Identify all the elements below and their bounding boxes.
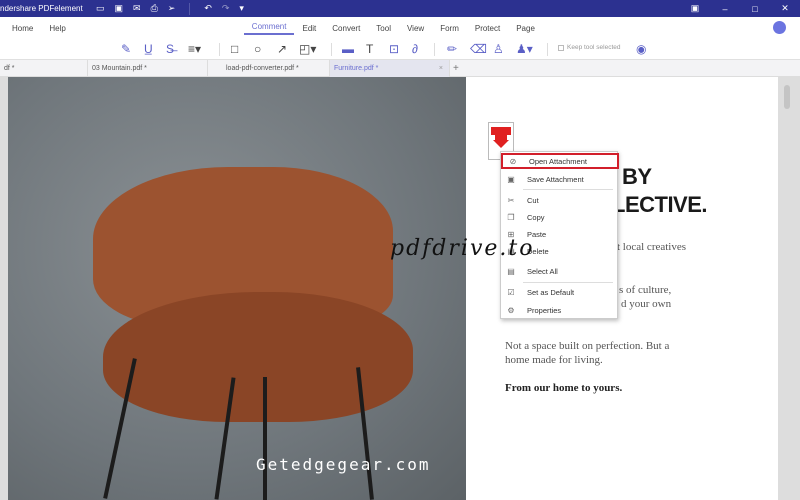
chair-leg xyxy=(263,377,267,500)
app-title: ndershare PDFelement xyxy=(0,4,83,13)
eye-icon[interactable]: ◉ xyxy=(636,42,646,56)
save-icon: ▣ xyxy=(507,174,515,184)
signature-icon[interactable]: ♟▾ xyxy=(516,42,533,56)
feedback-icon[interactable]: ▣ xyxy=(680,3,710,14)
rectangle-icon[interactable]: □ xyxy=(231,42,238,56)
tab-load-pdf-converter[interactable]: load-pdf-converter.pdf * xyxy=(208,60,330,77)
strikethrough-icon[interactable]: S̶ xyxy=(166,42,174,56)
attachment-icon[interactable]: ∂ xyxy=(412,42,418,56)
checkbox-icon: ☑ xyxy=(507,287,515,297)
label: Properties xyxy=(527,305,562,315)
arrow-icon[interactable]: ↗ xyxy=(277,42,287,56)
menu-item-cut[interactable]: ✂ Cut xyxy=(501,192,619,208)
shape-icon[interactable]: ◰▾ xyxy=(299,42,316,56)
gear-icon: ⚙ xyxy=(507,305,515,315)
align-icon[interactable]: ≡▾ xyxy=(188,42,201,56)
toolbar: ✎ U̲ S̶ ≡▾ □ ○ ↗ ◰▾ ▬ T ⊡ ∂ ✏ ⌫ ♙ ♟▾ Kee… xyxy=(0,39,800,60)
menu-item-copy[interactable]: ❐ Copy xyxy=(501,209,619,225)
share-icon[interactable]: ➢ xyxy=(168,3,176,15)
divider xyxy=(331,43,332,56)
divider xyxy=(219,43,220,56)
copy-icon: ❐ xyxy=(507,212,515,222)
menu-edit[interactable]: Edit xyxy=(294,24,324,33)
menu-item-select-all[interactable]: ▤ Select All xyxy=(501,263,619,279)
heading-line-1: BY xyxy=(622,164,652,189)
redo-icon[interactable]: ↷ xyxy=(222,3,230,15)
stamp-icon[interactable]: ♙ xyxy=(493,42,504,56)
menu-bar: Home Help Comment Edit Convert Tool View… xyxy=(0,17,800,39)
tab-doc[interactable]: df * xyxy=(0,60,88,77)
undo-icon[interactable]: ↶ xyxy=(204,3,212,15)
tab-bar: df * 03 Mountain.pdf * load-pdf-converte… xyxy=(0,60,800,77)
new-tab-button[interactable]: + xyxy=(453,63,459,74)
tab-furniture[interactable]: Furniture.pdf * × xyxy=(330,60,450,77)
menu-item-set-as-default[interactable]: ☑ Set as Default xyxy=(501,284,619,300)
paragraph-2a: s of culture, xyxy=(619,284,672,296)
menu-convert[interactable]: Convert xyxy=(324,24,368,33)
paragraph-3: Not a space built on perfection. But a h… xyxy=(505,340,670,366)
menu-home[interactable]: Home xyxy=(4,24,41,33)
textbox-icon[interactable]: ⊡ xyxy=(389,42,399,56)
menu-item-properties[interactable]: ⚙ Properties xyxy=(501,302,619,318)
divider xyxy=(523,282,613,283)
context-menu: ⊘ Open Attachment ▣ Save Attachment ✂ Cut ❐… xyxy=(500,151,619,319)
chair-photo xyxy=(8,77,466,500)
eraser-icon[interactable]: ⌫ xyxy=(470,42,487,56)
open-icon[interactable]: ▭ xyxy=(96,3,105,15)
divider xyxy=(547,43,548,56)
title-bar: ndershare PDFelement ▭ ▣ ✉ ⎙ ➢ ↶ ↷ ▾ ▣ –… xyxy=(0,0,800,17)
pencil-icon[interactable]: ✏ xyxy=(447,42,457,56)
heading-line-2: LECTIVE. xyxy=(612,192,708,217)
menu-page[interactable]: Page xyxy=(508,24,543,33)
divider xyxy=(434,43,435,56)
label: Open Attachment xyxy=(529,156,587,166)
watermark-getedgegear: Getedgegear.com xyxy=(256,455,431,474)
label: Copy xyxy=(527,212,545,222)
minimize-button[interactable]: – xyxy=(710,4,740,14)
circle-icon[interactable]: ○ xyxy=(254,42,261,56)
paragraph-1: t local creatives xyxy=(617,241,687,253)
tab-label: Furniture.pdf * xyxy=(334,65,379,72)
menu-help[interactable]: Help xyxy=(41,24,73,33)
email-icon[interactable]: ✉ xyxy=(133,3,141,15)
divider xyxy=(189,2,191,15)
watermark-pdfdrive: pdfdrive.to xyxy=(390,236,535,261)
paragraph-2b: d your own xyxy=(621,298,672,310)
menu-view[interactable]: View xyxy=(399,24,432,33)
tab-mountain[interactable]: 03 Mountain.pdf * xyxy=(88,60,208,77)
label: Save Attachment xyxy=(527,174,584,184)
menu-comment[interactable]: Comment xyxy=(243,22,295,35)
save-icon[interactable]: ▣ xyxy=(115,3,124,15)
menu-item-open-attachment[interactable]: ⊘ Open Attachment xyxy=(501,153,619,169)
underline-icon[interactable]: U̲ xyxy=(144,42,153,56)
highlight-icon[interactable]: ✎ xyxy=(121,42,131,56)
divider xyxy=(523,189,613,190)
scrollbar[interactable] xyxy=(784,85,790,109)
menu-protect[interactable]: Protect xyxy=(467,24,508,33)
text-icon[interactable]: T xyxy=(366,42,373,56)
note-icon[interactable]: ▬ xyxy=(342,42,354,56)
label: Set as Default xyxy=(527,287,575,297)
label: Select All xyxy=(527,266,558,276)
chair-seat xyxy=(103,292,413,422)
customize-icon[interactable]: ▾ xyxy=(239,3,244,15)
close-tab-icon[interactable]: × xyxy=(439,60,443,77)
keep-tool-label: Keep tool selected xyxy=(567,44,621,51)
maximize-button[interactable]: □ xyxy=(740,4,770,14)
paragraph-4: From our home to yours. xyxy=(505,382,623,394)
avatar[interactable] xyxy=(773,21,786,34)
print-icon[interactable]: ⎙ xyxy=(151,3,158,15)
keep-tool-selected-checkbox[interactable]: Keep tool selected xyxy=(558,44,620,51)
scissors-icon: ✂ xyxy=(507,195,515,205)
menu-tool[interactable]: Tool xyxy=(368,24,399,33)
close-button[interactable]: ✕ xyxy=(770,3,800,14)
paperclip-icon: ⊘ xyxy=(509,156,517,166)
menu-item-save-attachment[interactable]: ▣ Save Attachment xyxy=(501,171,619,187)
label: Cut xyxy=(527,195,539,205)
menu-form[interactable]: Form xyxy=(432,24,467,33)
select-all-icon: ▤ xyxy=(507,266,515,276)
